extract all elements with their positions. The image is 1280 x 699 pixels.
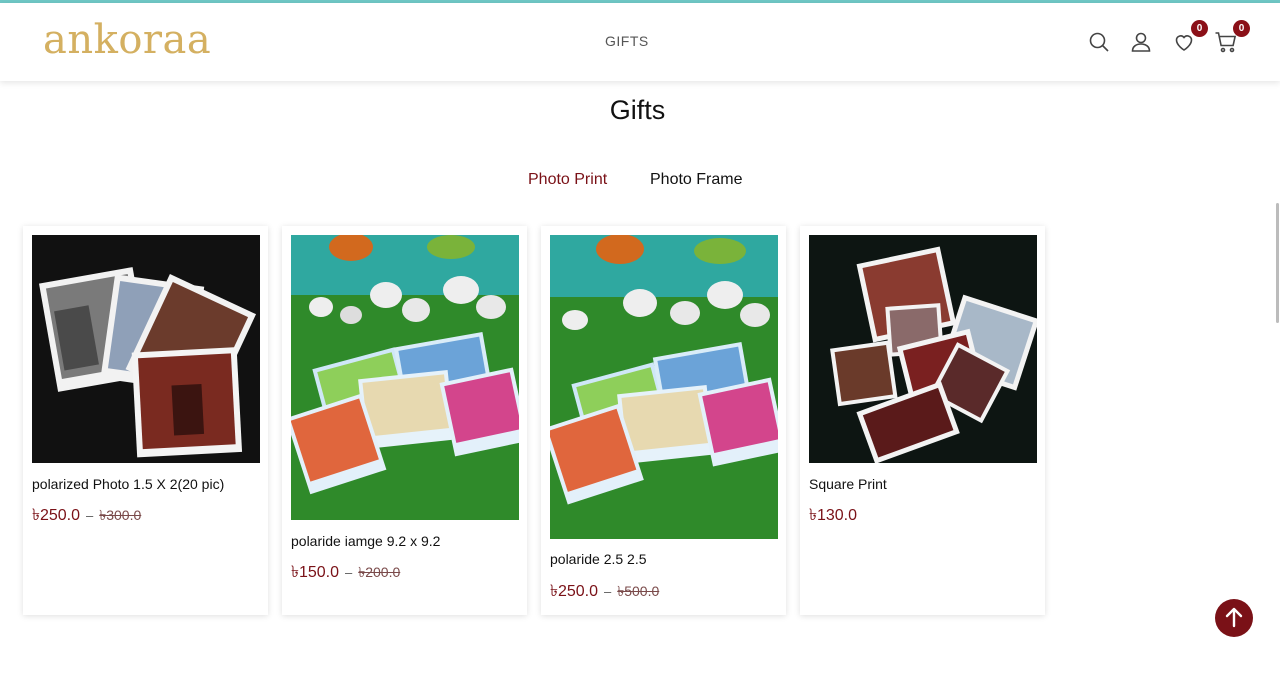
- user-icon: [1131, 32, 1151, 52]
- product-price: ৳150.0– ৳200.0: [291, 559, 400, 586]
- arrow-up-icon: [1225, 607, 1243, 628]
- wishlist-count-badge: 0: [1191, 20, 1208, 37]
- cart-button[interactable]: 0: [1214, 20, 1250, 54]
- original-price: ৳200.0: [358, 564, 401, 580]
- product-name[interactable]: polarized Photo 1.5 X 2(20 pic): [32, 476, 224, 492]
- sale-price: ৳250.0: [550, 583, 599, 600]
- product-photo: [32, 235, 260, 463]
- sale-price: ৳150.0: [291, 564, 340, 581]
- price-separator: –: [86, 508, 94, 523]
- product-image[interactable]: [291, 235, 519, 520]
- price-separator: –: [604, 584, 612, 599]
- tab-photo-frame[interactable]: Photo Frame: [650, 171, 742, 189]
- product-price: ৳250.0– ৳500.0: [550, 578, 659, 605]
- sale-price: ৳250.0: [32, 507, 81, 524]
- product-name[interactable]: polaride iamge 9.2 x 9.2: [291, 533, 440, 549]
- product-price: ৳130.0: [809, 502, 857, 529]
- product-image[interactable]: [550, 235, 778, 539]
- product-card[interactable]: polarized Photo 1.5 X 2(20 pic) ৳250.0– ৳…: [23, 226, 268, 615]
- product-price: ৳250.0– ৳300.0: [32, 502, 141, 529]
- scroll-to-top-button[interactable]: [1215, 599, 1253, 637]
- product-image[interactable]: [32, 235, 260, 463]
- page-title: Gifts: [609, 95, 666, 125]
- product-card[interactable]: Square Print ৳130.0: [800, 226, 1045, 615]
- original-price: ৳500.0: [617, 583, 660, 599]
- product-photo: [809, 235, 1037, 463]
- product-name[interactable]: Square Print: [809, 476, 887, 492]
- product-card[interactable]: polaride iamge 9.2 x 9.2 ৳150.0– ৳200.0: [282, 226, 527, 615]
- search-icon: [1089, 32, 1109, 52]
- brand-logo[interactable]: ankoraa: [43, 17, 211, 63]
- product-photo: [550, 235, 778, 539]
- product-photo: [291, 235, 519, 520]
- product-card[interactable]: polaride 2.5 2.5 ৳250.0– ৳500.0: [541, 226, 786, 615]
- tab-photo-print[interactable]: Photo Print: [528, 171, 607, 189]
- sale-price: ৳130.0: [809, 507, 858, 524]
- site-header: ankoraa GIFTS 0 0: [0, 3, 1280, 81]
- account-button[interactable]: [1129, 30, 1153, 54]
- product-image[interactable]: [809, 235, 1037, 463]
- wishlist-button[interactable]: 0: [1172, 20, 1208, 54]
- price-separator: –: [345, 565, 353, 580]
- main-nav: GIFTS: [605, 33, 649, 49]
- nav-item-gifts[interactable]: GIFTS: [605, 33, 649, 49]
- page-scrollbar[interactable]: [1276, 203, 1279, 323]
- search-button[interactable]: [1087, 30, 1111, 54]
- original-price: ৳300.0: [99, 507, 142, 523]
- product-name[interactable]: polaride 2.5 2.5: [550, 551, 647, 567]
- cart-count-badge: 0: [1233, 20, 1250, 37]
